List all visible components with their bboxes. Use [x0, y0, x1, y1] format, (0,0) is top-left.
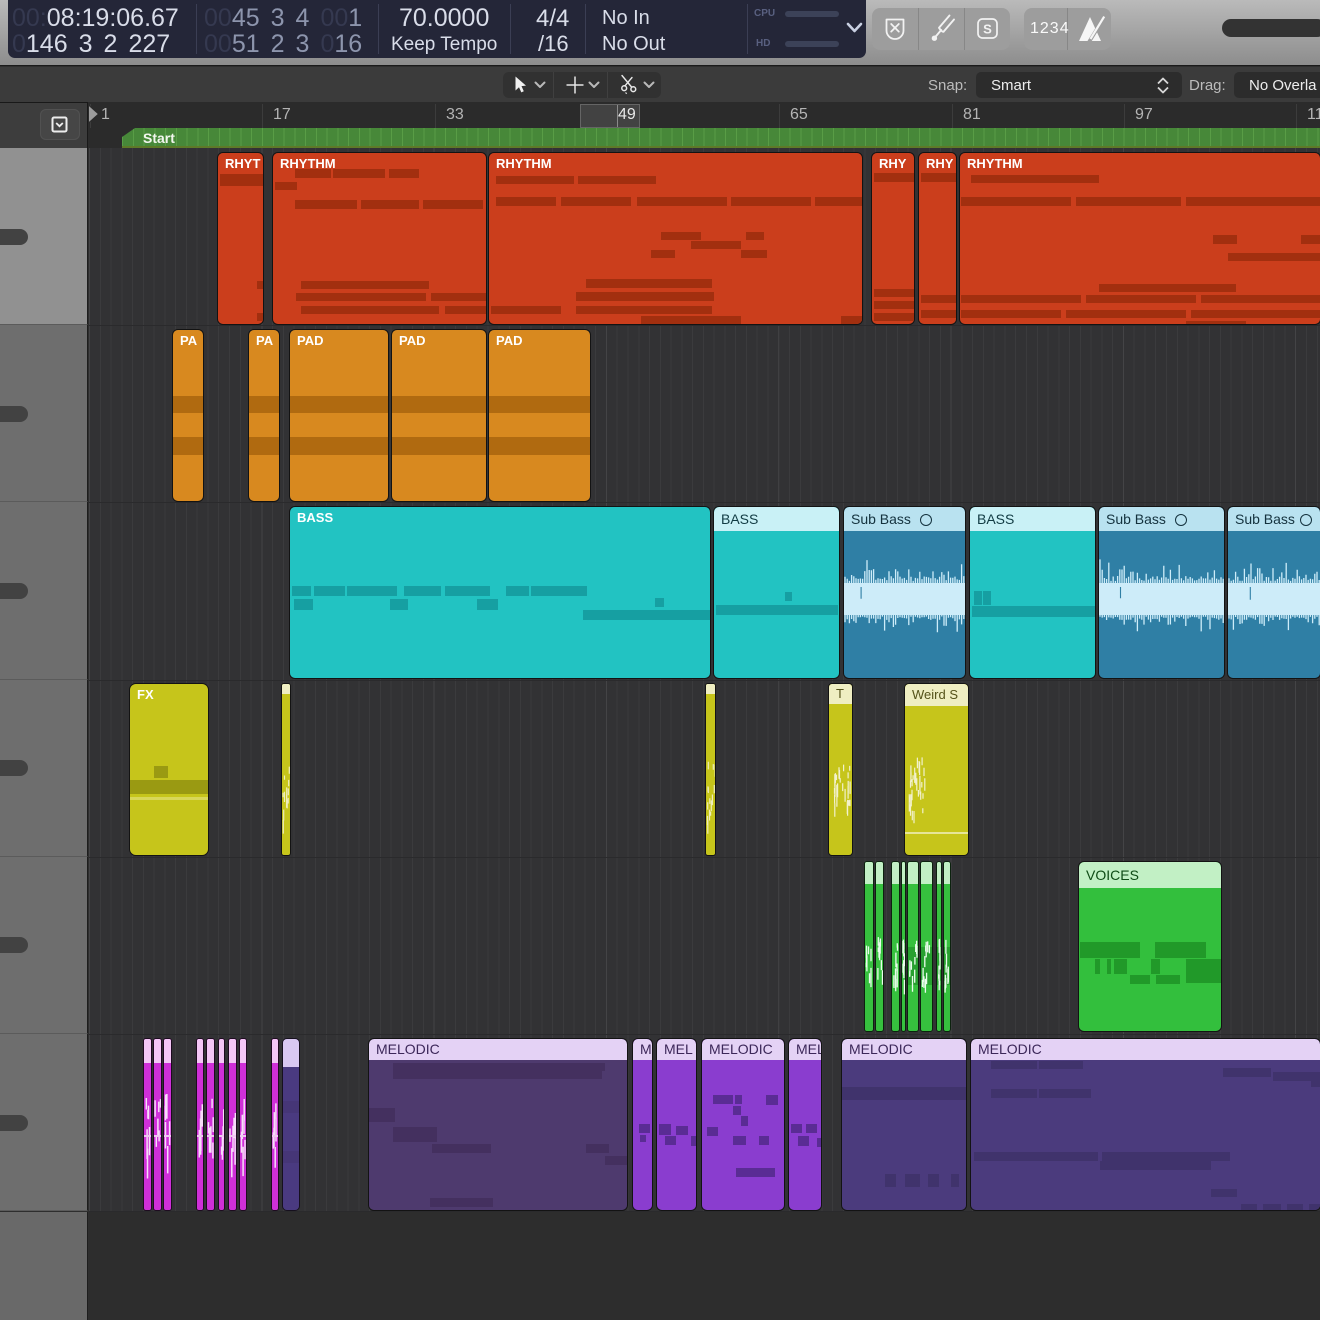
svg-text:S: S — [983, 22, 992, 37]
